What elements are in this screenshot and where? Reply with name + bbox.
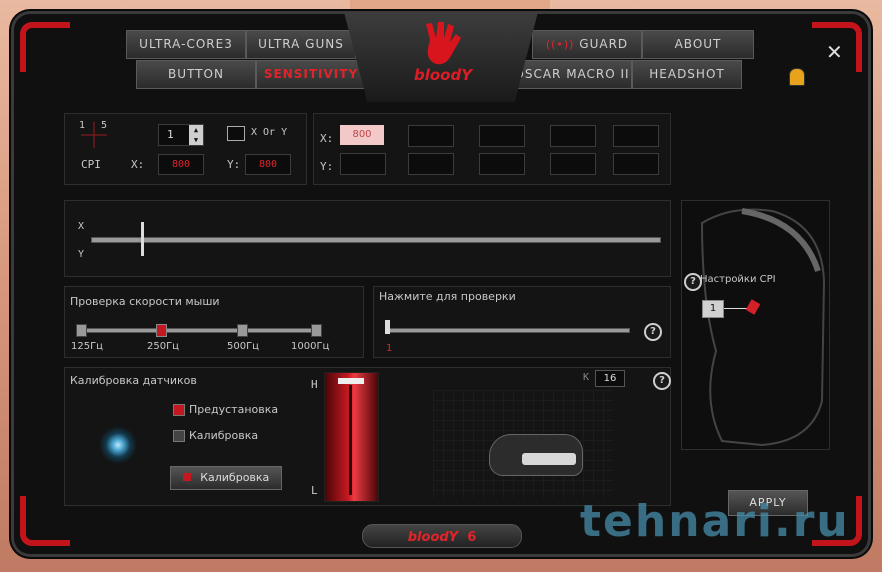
help-icon[interactable]: ? <box>653 372 671 390</box>
tab-ultra-core3[interactable]: Ultra-Core3 <box>126 30 246 59</box>
cpi-y-input[interactable]: 800 <box>245 154 291 175</box>
frame-corner <box>20 496 70 546</box>
rate-handle-1000[interactable] <box>311 324 322 337</box>
stepper-up-icon[interactable]: ▲ <box>189 125 203 135</box>
test-panel: Нажмите для проверки 1 ? <box>373 286 671 358</box>
lod-meter-bar <box>349 385 352 495</box>
cpi-grid-x4[interactable] <box>550 125 596 147</box>
cpi-x-label: X: <box>131 158 145 171</box>
test-value: 1 <box>386 343 393 354</box>
footer-badge: bloodY 6 <box>362 524 522 548</box>
cpi-grid-y1[interactable] <box>340 153 386 175</box>
close-icon[interactable]: ✕ <box>826 42 843 62</box>
cpi-level-stepper[interactable]: 1 ▲ ▼ <box>158 124 204 146</box>
tab-headshot[interactable]: Headshot <box>632 60 742 89</box>
cpi-grid-y4[interactable] <box>550 153 596 175</box>
slider-x-label: X <box>78 221 85 232</box>
x-or-y-checkbox[interactable] <box>227 126 245 141</box>
cpi-settings-label: Настройки CPI <box>700 274 776 285</box>
brand-logo-text: bloodY <box>414 66 473 84</box>
tab-guard[interactable]: ((•)) Guard <box>532 30 642 59</box>
report-rate-panel: Проверка скорости мыши 125Гц 250Гц 500Гц… <box>64 286 364 358</box>
test-title: Нажмите для проверки <box>379 290 516 303</box>
cross-label: 5 <box>101 120 108 131</box>
cpi-grid-y3[interactable] <box>479 153 525 175</box>
k-label: K <box>583 372 590 383</box>
rate-handle-250[interactable] <box>156 324 167 337</box>
xy-slider-handle[interactable] <box>141 222 144 256</box>
tab-oscar-macro[interactable]: Oscar Macro II <box>512 60 632 89</box>
stepper-down-icon[interactable]: ▼ <box>189 135 203 145</box>
signal-icon: ((•)) <box>545 38 575 51</box>
calibration-radio[interactable] <box>173 430 185 442</box>
calibrate-button-label: Калибровка <box>200 471 270 484</box>
cross-label-left: 1 <box>79 120 86 131</box>
help-icon[interactable]: ? <box>644 323 662 341</box>
lod-meter[interactable] <box>324 372 379 502</box>
cpi-label: CPI <box>81 158 101 171</box>
test-handle[interactable] <box>385 320 390 334</box>
xy-slider-panel: X Y <box>64 200 671 277</box>
hand-print-icon <box>426 22 461 65</box>
trophy-icon[interactable] <box>789 68 805 86</box>
tab-ultra-guns[interactable]: Ultra Guns <box>246 30 356 59</box>
lod-meter-handle[interactable] <box>338 378 364 384</box>
sensor-target-icon <box>99 426 137 464</box>
cpi-grid-panel: X: Y: 800 <box>313 113 671 185</box>
cpi-grid-x2[interactable] <box>408 125 454 147</box>
mouse-outline <box>700 208 826 447</box>
tab-sensitivity[interactable]: Sensitivity <box>256 60 366 89</box>
mouse-button-strip <box>522 453 576 465</box>
cpi-grid-x1[interactable]: 800 <box>340 125 384 145</box>
rate-label-500: 500Гц <box>227 341 259 352</box>
lod-h-label: H <box>311 378 318 391</box>
frame-corner <box>20 22 70 72</box>
rate-label-125: 125Гц <box>71 341 103 352</box>
xy-slider-track[interactable] <box>91 237 661 243</box>
calibration-title: Калибровка датчиков <box>70 374 197 387</box>
cpi-y-label: Y: <box>227 158 241 171</box>
k-input[interactable]: 16 <box>595 370 625 387</box>
tab-guard-label: Guard <box>579 37 629 51</box>
grid-x-label: X: <box>320 132 334 145</box>
test-track[interactable] <box>388 328 630 333</box>
brand-logo: bloodY <box>344 12 538 102</box>
cpi-grid-y5[interactable] <box>613 153 659 175</box>
cpi-grid-y2[interactable] <box>408 153 454 175</box>
app-window: Ultra-Core3 Ultra Guns Button Sensitivit… <box>0 0 882 572</box>
mouse-image <box>489 434 583 476</box>
watermark: tehnari.ru <box>580 496 850 547</box>
calibration-panel: Калибровка датчиков Предустановка Калибр… <box>64 367 671 506</box>
grid-y-label: Y: <box>320 160 334 173</box>
cpi-x-input[interactable]: 800 <box>158 154 204 175</box>
report-rate-track[interactable] <box>79 328 321 333</box>
lod-l-label: L <box>311 484 318 497</box>
footer-version: 6 <box>467 530 477 545</box>
report-rate-title: Проверка скорости мыши <box>70 295 220 308</box>
rate-handle-125[interactable] <box>76 324 87 337</box>
cpi-grid-x3[interactable] <box>479 125 525 147</box>
mouse-side-panel: ? Настройки CPI 1 <box>681 200 830 450</box>
rate-label-1000: 1000Гц <box>291 341 330 352</box>
preset-radio[interactable] <box>173 404 185 416</box>
tab-about[interactable]: About <box>642 30 754 59</box>
calibrate-button[interactable]: Калибровка <box>170 466 282 490</box>
tab-button[interactable]: Button <box>136 60 256 89</box>
footer-brand: bloodY <box>407 530 459 545</box>
cpi-grid-x5[interactable] <box>613 125 659 147</box>
rate-handle-500[interactable] <box>237 324 248 337</box>
preset-label: Предустановка <box>189 403 279 416</box>
cpi-level-box[interactable]: 1 <box>702 300 724 318</box>
calibrate-button-icon <box>182 473 191 481</box>
cpi-panel: 1 5 CPI 1 ▲ ▼ X Or Y X: 800 Y: 800 <box>64 113 307 185</box>
cpi-level-value: 1 <box>167 128 174 141</box>
rate-label-250: 250Гц <box>147 341 179 352</box>
x-or-y-label: X Or Y <box>251 127 288 138</box>
slider-y-label: Y <box>78 249 85 260</box>
calibration-label: Калибровка <box>189 429 259 442</box>
